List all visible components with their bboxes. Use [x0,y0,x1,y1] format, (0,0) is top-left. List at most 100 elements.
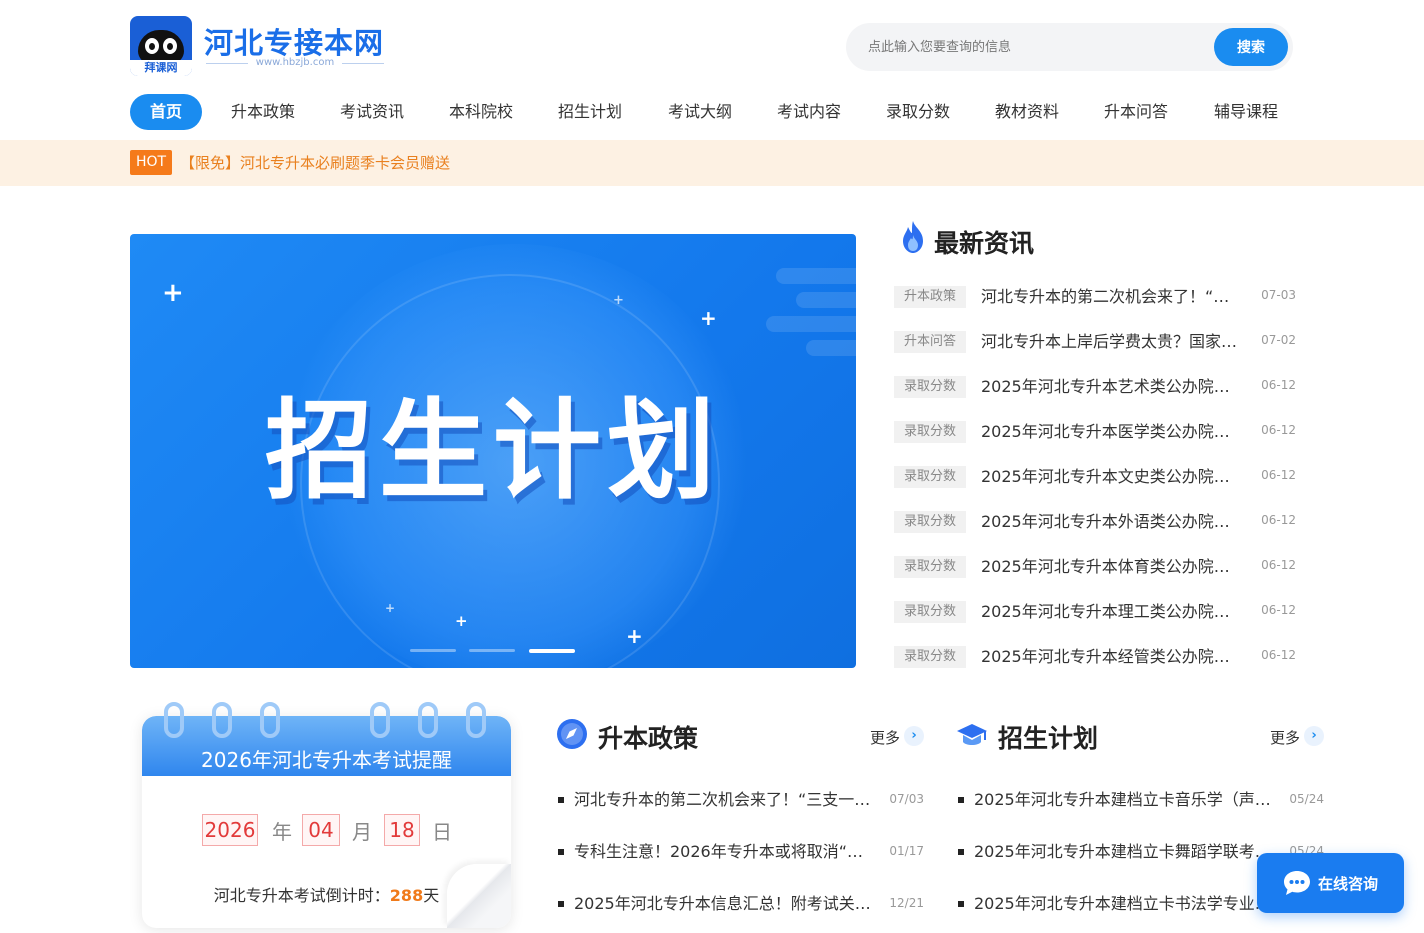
news-title[interactable]: 河北专升本的第二次机会来了！“三支一扶” [981,286,1243,308]
policy-more-link[interactable]: 更多 [870,727,900,748]
news-tag[interactable]: 录取分数 [894,376,966,398]
news-tag[interactable]: 录取分数 [894,466,966,488]
bullet-icon [958,901,964,907]
countdown-label: 河北专升本考试倒计时： [213,886,390,905]
news-date: 06-12 [1261,648,1296,662]
news-date: 07-03 [1261,288,1296,302]
year-unit: 年 [272,820,292,844]
list-item-title[interactable]: 2025年河北专升本建档立卡音乐学（声乐） [974,788,1272,812]
news-title[interactable]: 2025年河北专升本经管类公办院校录取分数 [981,646,1243,668]
news-item[interactable]: 录取分数 2025年河北专升本文史类公办院校录取分数 06-12 [894,464,1296,490]
news-item[interactable]: 录取分数 2025年河北专升本医学类公办院校录取分数 06-12 [894,419,1296,445]
list-item-date: 12/21 [889,896,924,910]
nav-item-scores[interactable]: 录取分数 [886,94,950,130]
list-item[interactable]: 河北专升本的第二次机会来了！“三支一扶” 07/03 [556,788,924,812]
notice-link[interactable]: 【限免】河北专升本必刷题季卡会员赠送 [180,152,450,173]
nav-item-universities[interactable]: 本科院校 [449,94,513,130]
hero-banner[interactable]: + + + + + + 招生计划 [130,234,856,668]
list-item[interactable]: 2025年河北专升本信息汇总！附考试关键时间 12/21 [556,892,924,916]
news-item[interactable]: 录取分数 2025年河北专升本体育类公办院校录取分数 06-12 [894,554,1296,580]
news-title[interactable]: 2025年河北专升本理工类公办院校录取分数 [981,601,1243,623]
search-input[interactable] [868,35,1198,59]
list-item-date: 01/17 [889,844,924,858]
mascot-label: 拜课网 [130,60,192,76]
news-date: 06-12 [1261,378,1296,392]
news-tag[interactable]: 升本问答 [894,331,966,353]
nav-item-policy[interactable]: 升本政策 [231,94,295,130]
news-title[interactable]: 2025年河北专升本体育类公办院校录取分数 [981,556,1243,578]
list-item-title[interactable]: 2025年河北专升本建档立卡舞蹈学联考计划 [974,840,1272,864]
sparkle-icon: + [385,601,396,615]
nav-item-materials[interactable]: 教材资料 [995,94,1059,130]
site-title: 河北专接本网 [204,26,385,60]
news-title[interactable]: 2025年河北专升本艺术类公办院校录取分数 [981,376,1243,398]
bullet-icon [958,797,964,803]
site-logo[interactable]: 拜课网 河北专接本网 www.hbzjb.com [130,16,390,78]
plan-title: 招生计划 [998,724,1099,753]
carousel-dot[interactable] [410,649,456,652]
bullet-icon [958,849,964,855]
news-title[interactable]: 河北专升本上岸后学费太贵？国家助学政策 [981,331,1243,353]
news-item[interactable]: 录取分数 2025年河北专升本外语类公办院校录取分数 06-12 [894,509,1296,535]
search-button[interactable]: 搜索 [1214,28,1288,66]
nav-item-qa[interactable]: 升本问答 [1104,94,1168,130]
news-tag[interactable]: 录取分数 [894,556,966,578]
list-item-title[interactable]: 2025年河北专升本建档立卡书法学专业计划 [974,892,1272,916]
news-tag[interactable]: 录取分数 [894,646,966,668]
list-item-title[interactable]: 2025年河北专升本信息汇总！附考试关键时间 [574,892,872,916]
banner-title: 招生计划 [264,389,721,514]
exam-month: 04 [302,814,340,846]
nav-item-syllabus[interactable]: 考试大纲 [668,94,732,130]
news-date: 06-12 [1261,558,1296,572]
list-item-title[interactable]: 专科生注意！2026年专升本或将取消“建档立卡” [574,840,872,864]
news-tag[interactable]: 升本政策 [894,286,966,308]
news-title[interactable]: 2025年河北专升本文史类公办院校录取分数 [981,466,1243,488]
notice-bar: HOT 【限免】河北专升本必刷题季卡会员赠送 [0,140,1424,186]
countdown-days: 288 [389,886,424,905]
nav-item-exam-news[interactable]: 考试资讯 [340,94,404,130]
news-item[interactable]: 升本问答河北专升本上岸后学费太贵？国家助学政策 07-02 [894,329,1296,355]
main-nav: 首页 升本政策 考试资讯 本科院校 招生计划 考试大纲 考试内容 录取分数 教材… [130,94,1300,130]
carousel-dot-active[interactable] [529,649,575,653]
news-item[interactable]: 录取分数 2025年河北专升本理工类公办院校录取分数 06-12 [894,599,1296,625]
carousel-indicators [410,649,580,653]
online-consult-button[interactable]: 在线咨询 [1257,853,1404,913]
chevron-right-icon[interactable]: › [904,726,924,746]
list-item-date: 05/24 [1289,792,1324,806]
news-tag[interactable]: 录取分数 [894,601,966,623]
news-title[interactable]: 2025年河北专升本医学类公办院校录取分数 [981,421,1243,443]
news-item[interactable]: 录取分数 2025年河北专升本经管类公办院校录取分数 06-12 [894,644,1296,670]
nav-item-courses[interactable]: 辅导课程 [1214,94,1278,130]
exam-year: 2026 [202,814,258,846]
news-date: 06-12 [1261,513,1296,527]
list-item[interactable]: 2025年河北专升本建档立卡音乐学（声乐） 05/24 [956,788,1324,812]
day-unit: 日 [432,820,452,844]
page: 拜课网 河北专接本网 www.hbzjb.com 搜索 首页 升本政策 考试资讯… [0,0,1424,933]
plan-more-link[interactable]: 更多 [1270,727,1300,748]
news-item[interactable]: 升本政策河北专升本的第二次机会来了！“三支一扶” 07-03 [894,284,1296,310]
nav-item-exam-content[interactable]: 考试内容 [777,94,841,130]
news-tag[interactable]: 录取分数 [894,421,966,443]
search-bar: 搜索 [846,23,1293,71]
site-url: www.hbzjb.com [206,57,384,68]
news-title[interactable]: 2025年河北专升本外语类公办院校录取分数 [981,511,1243,533]
list-item[interactable]: 专科生注意！2026年专升本或将取消“建档立卡” 01/17 [556,840,924,864]
sparkle-icon: + [626,624,643,648]
compass-icon [557,719,587,749]
policy-section: 升本政策 更多 › 河北专升本的第二次机会来了！“三支一扶” 07/03 专科生注意… [556,716,924,913]
fire-icon [903,221,923,253]
nav-item-home[interactable]: 首页 [130,94,202,130]
penguin-mascot-icon: 拜课网 [130,16,192,76]
bullet-icon [558,901,564,907]
nav-item-enrollment-plan[interactable]: 招生计划 [558,94,622,130]
chevron-right-icon[interactable]: › [1304,726,1324,746]
sparkle-icon: + [162,278,184,308]
news-tag[interactable]: 录取分数 [894,511,966,533]
carousel-dot[interactable] [469,649,515,652]
news-item[interactable]: 录取分数 2025年河北专升本艺术类公办院校录取分数 06-12 [894,374,1296,400]
exam-date: 2026 年 04 月 18 日 [142,814,511,848]
month-unit: 月 [352,820,372,844]
hot-badge: HOT [130,150,172,175]
policy-title: 升本政策 [598,724,699,753]
list-item-title[interactable]: 河北专升本的第二次机会来了！“三支一扶” [574,788,872,812]
